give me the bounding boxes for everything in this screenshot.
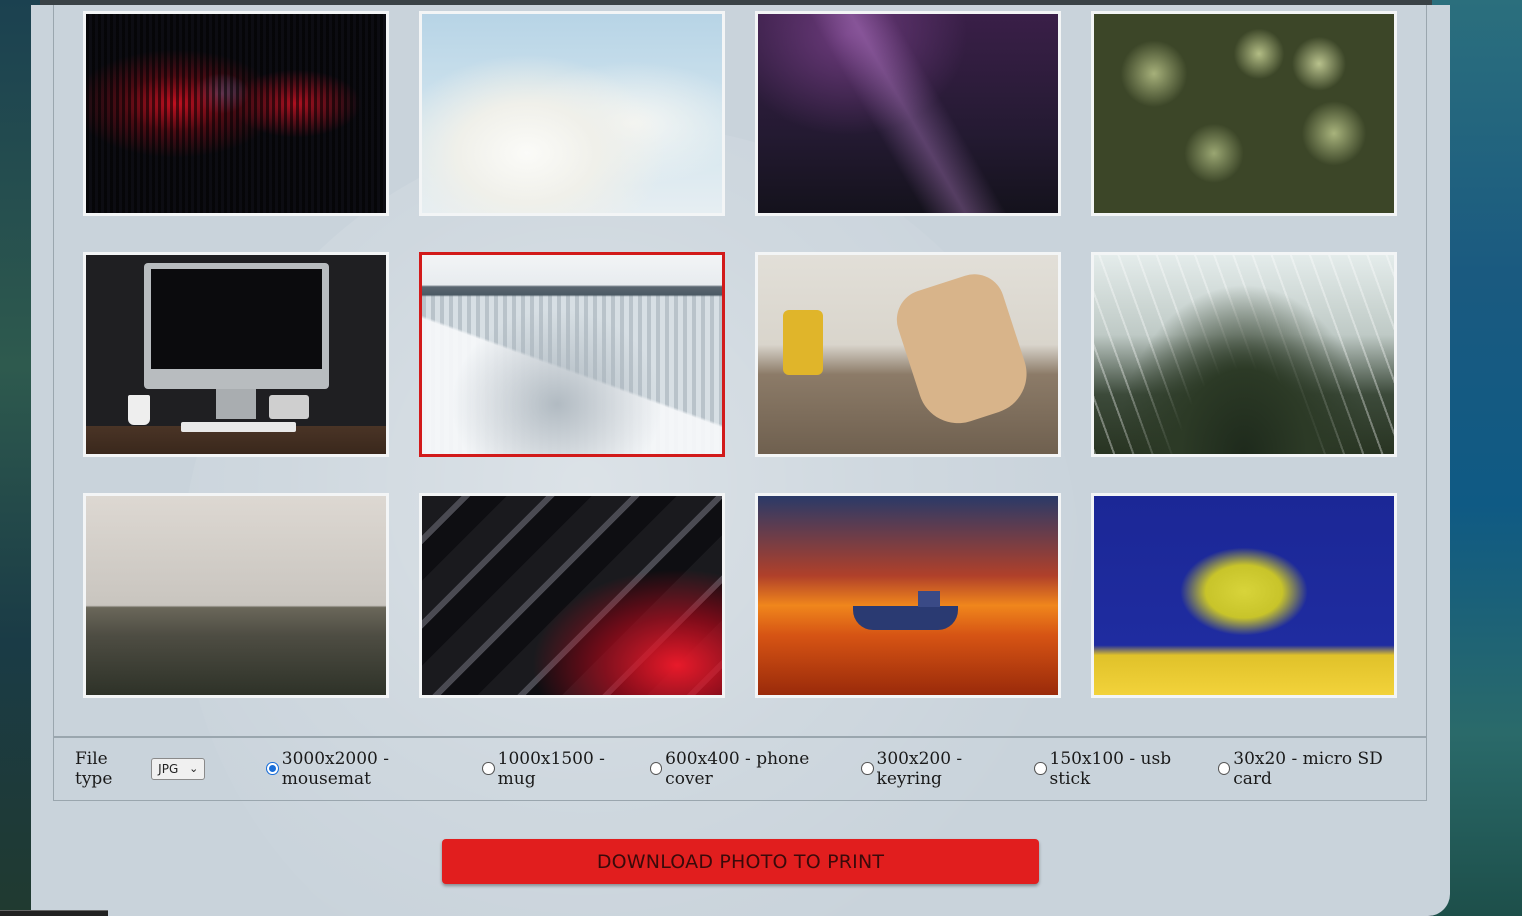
green-succulent-plants-photo [1094,14,1394,213]
file-type-label: File type [75,748,113,789]
radio-button[interactable] [861,762,874,775]
file-type-value: JPG [158,761,179,776]
radio-button-checked[interactable] [266,762,279,775]
chevron-down-icon: ⌄ [189,761,199,775]
yellow-tree-blue-sky-photo [1094,496,1394,695]
gallery-thumb-1[interactable] [83,11,389,216]
gallery-thumb-3[interactable] [755,11,1061,216]
size-option-mousemat[interactable]: 3000x2000 - mousemat [266,749,472,789]
gallery-thumb-4[interactable] [1091,11,1397,216]
size-option-keyring[interactable]: 300x200 - keyring [861,749,1024,789]
size-option-usb-stick[interactable]: 150x100 - usb stick [1034,749,1208,789]
radio-button[interactable] [1217,762,1231,775]
gallery-thumb-11[interactable] [755,493,1061,698]
gallery-thumb-12[interactable] [1091,493,1397,698]
size-option-label: 300x200 - keyring [876,748,963,789]
size-option-label: 3000x2000 - mousemat [281,748,390,789]
abstract-red-chrome-photo [422,496,722,695]
size-option-mug[interactable]: 1000x1500 - mug [482,749,640,789]
gallery-thumb-5[interactable] [83,252,389,457]
gallery-thumb-8[interactable] [1091,252,1397,457]
gallery-thumb-6-selected[interactable] [419,252,725,457]
size-option-label: 600x400 - phone cover [665,748,810,789]
boat-sunset-photo [758,496,1058,695]
gallery-thumb-9[interactable] [83,493,389,698]
taskbar-tab [0,910,108,916]
print-options-bar: File type JPG ⌄ 3000x2000 - mousemat 100… [53,736,1427,801]
size-option-label: 1000x1500 - mug [497,748,605,789]
white-magnolia-blossoms-photo [422,14,722,213]
file-type-group: File type JPG ⌄ [75,748,206,789]
file-type-select[interactable]: JPG ⌄ [151,757,206,780]
desk-computer-setup-photo [86,255,386,454]
size-radio-group: 3000x2000 - mousemat 1000x1500 - mug 600… [266,749,1426,789]
download-photo-button[interactable]: DOWNLOAD PHOTO TO PRINT [442,839,1039,884]
guitar-workshop-tools-photo [758,255,1058,454]
gallery-thumb-10[interactable] [419,493,725,698]
red-blue-neon-blinds-photo [86,14,386,213]
size-option-phone-cover[interactable]: 600x400 - phone cover [649,748,851,789]
gallery-thumb-2[interactable] [419,11,725,216]
size-option-micro-sd[interactable]: 30x20 - micro SD card [1217,748,1416,789]
size-option-label: 150x100 - usb stick [1049,748,1172,789]
main-panel: File type JPG ⌄ 3000x2000 - mousemat 100… [31,5,1450,916]
radio-button[interactable] [482,762,495,775]
size-option-label: 30x20 - micro SD card [1233,748,1383,789]
misty-coastline-photo [86,496,386,695]
gallery-thumb-7[interactable] [755,252,1061,457]
frozen-waterfall-photo [422,255,722,454]
photo-gallery [53,5,1427,738]
radio-button[interactable] [649,762,663,775]
greenhouse-interior-photo [1094,255,1394,454]
radio-button[interactable] [1034,762,1047,775]
purple-skyscrapers-photo [758,14,1058,213]
